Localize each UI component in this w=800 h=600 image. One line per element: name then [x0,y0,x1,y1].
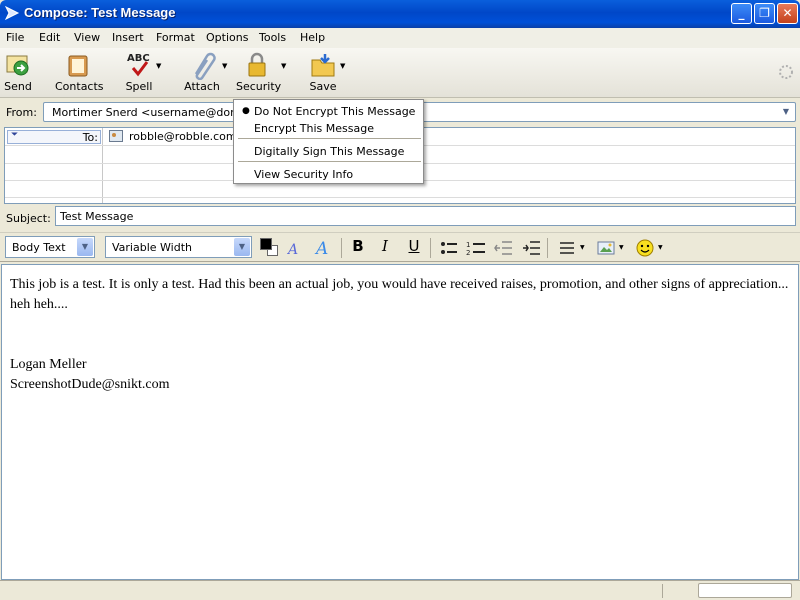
save-folder-icon [311,54,335,77]
save-button[interactable]: Save ▼ [308,50,345,96]
contacts-button[interactable]: Contacts [55,50,104,96]
from-dropdown-arrow[interactable]: ▼ [778,104,794,120]
menu-item-encrypt[interactable]: Encrypt This Message [254,122,374,135]
save-dropdown-arrow[interactable]: ▼ [340,62,345,70]
to-recipient[interactable]: robble@robble.com [129,130,237,143]
attach-button[interactable]: Attach ▼ [184,50,227,96]
message-blank-line [10,335,790,355]
progress-bar [698,583,792,598]
minimize-button[interactable]: _ [731,3,752,24]
formatting-toolbar: Body Text ▼ Variable Width ▼ A A B I U 1… [0,232,800,262]
status-divider [662,584,663,598]
spell-label: Spell [125,80,153,93]
menu-item-view-security-info[interactable]: View Security Info [254,168,353,181]
menu-format[interactable]: Format [156,31,195,44]
send-button[interactable]: Send [4,50,32,96]
throbber-icon [779,65,793,79]
align-dropdown-arrow[interactable]: ▼ [580,244,585,251]
align-icon[interactable] [558,240,576,256]
subject-value: Test Message [60,210,134,223]
message-paragraph: This job is a test. It is only a test. H… [10,277,789,312]
smiley-icon[interactable] [636,239,654,257]
menu-separator [238,161,421,162]
maximize-button[interactable]: ❐ [754,3,775,24]
menu-edit[interactable]: Edit [39,31,60,44]
insert-image-icon[interactable] [597,240,615,256]
signature-name: Logan Meller [10,357,87,372]
status-bar [0,580,800,600]
send-icon [6,55,29,76]
menu-help[interactable]: Help [300,31,325,44]
bulleted-list-icon[interactable] [440,240,458,256]
menu-tools[interactable]: Tools [259,31,286,44]
larger-font-icon[interactable]: A [314,237,336,257]
chevron-down-icon: ▼ [234,238,250,256]
chevron-down-icon: ▼ [77,238,93,256]
from-value: Mortimer Snerd <username@domain. [52,106,262,119]
row-divider [5,197,795,198]
selected-bullet-icon: ● [242,106,250,116]
paragraph-style-select[interactable]: Body Text ▼ [5,236,95,258]
title-bar: Compose: Test Message _ ❐ ✕ [0,0,800,28]
outdent-icon[interactable] [494,240,512,256]
spell-button[interactable]: ABC Spell ▼ [124,50,162,96]
subject-label: Subject: [6,212,51,225]
menu-options[interactable]: Options [206,31,248,44]
app-icon [4,5,20,21]
menu-separator [238,138,421,139]
numbered-list-icon[interactable]: 12 [466,239,486,257]
font-value: Variable Width [112,241,192,254]
smiley-dropdown-arrow[interactable]: ▼ [658,244,663,251]
toolbar-separator [547,238,548,258]
insert-dropdown-arrow[interactable]: ▼ [619,244,624,251]
toolbar-separator [430,238,431,258]
spell-dropdown-arrow[interactable]: ▼ [156,62,161,70]
svg-text:1: 1 [466,241,470,249]
spell-icon: ABC [127,53,150,77]
contact-card-icon [109,130,123,142]
menu-item-digitally-sign[interactable]: Digitally Sign This Message [254,145,404,158]
security-menu: ● Do Not Encrypt This Message Encrypt Th… [233,99,424,184]
svg-text:A: A [286,242,298,257]
security-button[interactable]: Security ▼ [236,50,286,96]
security-label: Security [236,80,282,93]
menu-item-do-not-encrypt[interactable]: Do Not Encrypt This Message [254,105,415,118]
message-blank-line [10,315,790,335]
security-lock-icon [248,52,266,77]
underline-button[interactable]: U [404,237,424,255]
menu-bar: File Edit View Insert Format Options Too… [0,28,800,48]
recipient-type-dropdown-icon: ⏷ [11,130,19,140]
message-body[interactable]: This job is a test. It is only a test. H… [1,264,799,580]
contacts-label: Contacts [55,80,104,93]
security-dropdown-arrow[interactable]: ▼ [281,62,286,70]
svg-text:A: A [314,239,328,257]
italic-button[interactable]: I [375,237,395,255]
recipient-type-select[interactable]: ⏷ To: [7,130,101,144]
close-button[interactable]: ✕ [777,3,798,24]
menu-insert[interactable]: Insert [112,31,144,44]
paragraph-style-value: Body Text [12,241,66,254]
font-select[interactable]: Variable Width ▼ [105,236,252,258]
menu-view[interactable]: View [74,31,100,44]
main-toolbar: Send Contacts ABC Spell ▼ Attach ▼ Secur… [0,48,800,98]
contacts-icon [68,55,88,77]
attach-dropdown-arrow[interactable]: ▼ [222,62,227,70]
signature-email: ScreenshotDude@snikt.com [10,377,170,392]
attach-icon [194,52,216,80]
bold-button[interactable]: B [348,237,368,255]
subject-input[interactable]: Test Message [55,206,796,226]
text-color-button[interactable] [259,236,279,258]
text-color-icon [260,238,272,250]
smaller-font-icon[interactable]: A [286,239,306,257]
to-label: To: [82,131,98,144]
toolbar-separator [341,238,342,258]
attach-label: Attach [184,80,220,93]
save-label: Save [309,80,337,93]
window-title: Compose: Test Message [24,5,176,20]
send-label: Send [4,80,32,93]
from-label: From: [6,106,37,119]
menu-file[interactable]: File [6,31,24,44]
svg-text:2: 2 [466,249,470,257]
indent-icon[interactable] [522,240,540,256]
